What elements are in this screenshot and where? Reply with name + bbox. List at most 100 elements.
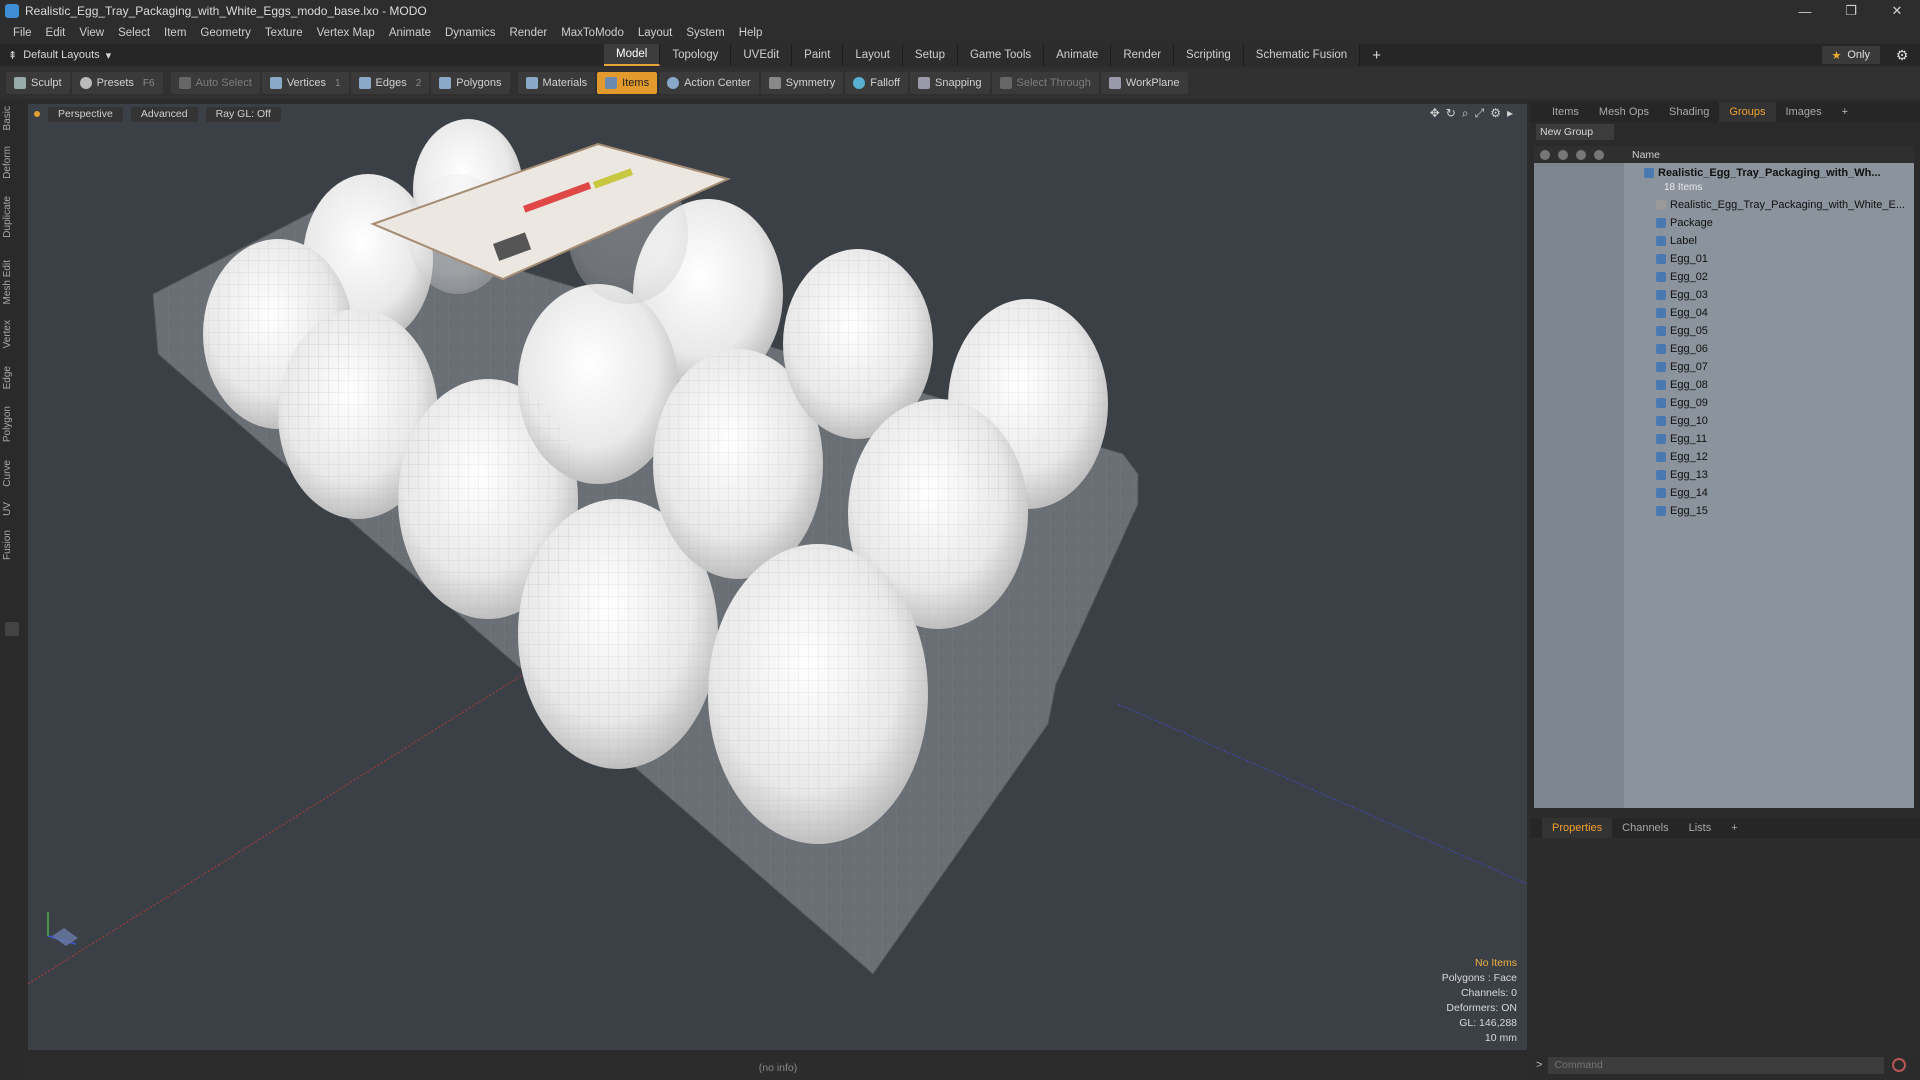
tab-images[interactable]: Images (1776, 102, 1832, 122)
gear-icon[interactable]: ⚙ (1894, 47, 1910, 63)
menu-select[interactable]: Select (111, 27, 157, 39)
tab-animate[interactable]: Animate (1044, 44, 1112, 66)
zoom-icon[interactable]: ⌕ (1462, 106, 1469, 121)
only-button[interactable]: ★ Only (1821, 46, 1880, 64)
action-center-button[interactable]: Action Center (659, 72, 759, 94)
command-input[interactable] (1548, 1056, 1885, 1074)
tree-item-egg-02[interactable]: Egg_02 (1534, 268, 1914, 286)
tab-model[interactable]: Model (604, 44, 661, 66)
vtab-edge[interactable]: Edge (2, 366, 22, 389)
tab-game-tools[interactable]: Game Tools (957, 44, 1045, 66)
tab-paint[interactable]: Paint (792, 44, 844, 66)
tab-setup[interactable]: Setup (902, 44, 958, 66)
restore-button[interactable]: ❐ (1828, 0, 1874, 22)
tree-item-egg-09[interactable]: Egg_09 (1534, 394, 1914, 412)
left-panel-toggle[interactable] (5, 622, 19, 636)
vtab-duplicate[interactable]: Duplicate (2, 196, 22, 238)
add-panel-tab-button[interactable]: + (1832, 102, 1858, 122)
tab-uvedit[interactable]: UVEdit (731, 44, 793, 66)
menu-dynamics[interactable]: Dynamics (438, 27, 502, 39)
render-icon[interactable] (1558, 149, 1568, 160)
tab-channels[interactable]: Channels (1612, 818, 1678, 838)
sculpt-button[interactable]: Sculpt (6, 72, 70, 94)
edges-button[interactable]: Edges 2 (350, 72, 430, 94)
minimize-button[interactable]: — (1782, 0, 1828, 22)
vtab-deform[interactable]: Deform (2, 146, 22, 179)
lock-icon[interactable] (1576, 149, 1586, 160)
menu-edit[interactable]: Edit (39, 27, 73, 39)
tree-item-egg-06[interactable]: Egg_06 (1534, 340, 1914, 358)
layout-selector[interactable]: ⇞ Default Layouts ▾ (8, 49, 111, 62)
menu-maxtomodo[interactable]: MaxToModo (554, 27, 631, 39)
menu-view[interactable]: View (72, 27, 111, 39)
tree-item-egg-15[interactable]: Egg_15 (1534, 502, 1914, 520)
advanced-button[interactable]: Advanced (130, 106, 198, 122)
viewport-menu-dot[interactable] (34, 111, 40, 117)
tree-item-egg-04[interactable]: Egg_04 (1534, 304, 1914, 322)
tab-items[interactable]: Items (1542, 102, 1589, 122)
vtab-curve[interactable]: Curve (2, 460, 22, 487)
tree-item-mesh[interactable]: Realistic_Egg_Tray_Packaging_with_White_… (1534, 196, 1914, 214)
tree-item-egg-12[interactable]: Egg_12 (1534, 448, 1914, 466)
items-button[interactable]: Items (597, 72, 658, 94)
3d-viewport[interactable]: Perspective Advanced Ray GL: Off ✥ ↻ ⌕ ⤢… (28, 104, 1527, 1050)
tab-layout[interactable]: Layout (843, 44, 903, 66)
vtab-vertex[interactable]: Vertex (2, 320, 22, 348)
vtab-mesh-edit[interactable]: Mesh Edit (2, 260, 22, 304)
record-macro-icon[interactable] (1892, 1058, 1907, 1072)
tree-item-egg-08[interactable]: Egg_08 (1534, 376, 1914, 394)
new-group-button[interactable]: New Group (1536, 124, 1614, 140)
tab-render[interactable]: Render (1111, 44, 1175, 66)
menu-render[interactable]: Render (502, 27, 554, 39)
perspective-button[interactable]: Perspective (48, 106, 123, 122)
add-tab-button[interactable]: + (1360, 44, 1393, 66)
fit-icon[interactable]: ⤢ (1475, 106, 1485, 121)
select-icon[interactable] (1594, 149, 1604, 160)
viewport-expand-icon[interactable]: ▸ (1507, 106, 1513, 121)
vtab-polygon[interactable]: Polygon (2, 406, 22, 442)
eye-icon[interactable] (1540, 149, 1550, 160)
menu-item[interactable]: Item (157, 27, 193, 39)
menu-system[interactable]: System (679, 27, 731, 39)
menu-layout[interactable]: Layout (631, 27, 680, 39)
tree-item-egg-13[interactable]: Egg_13 (1534, 466, 1914, 484)
menu-texture[interactable]: Texture (258, 27, 310, 39)
tab-properties[interactable]: Properties (1542, 818, 1613, 838)
tree-item-label[interactable]: Label (1534, 232, 1914, 250)
tree-item-package[interactable]: Package (1534, 214, 1914, 232)
tree-item-egg-10[interactable]: Egg_10 (1534, 412, 1914, 430)
tab-shading[interactable]: Shading (1659, 102, 1719, 122)
menu-animate[interactable]: Animate (382, 27, 438, 39)
falloff-button[interactable]: Falloff (845, 72, 908, 94)
tab-lists[interactable]: Lists (1679, 818, 1722, 838)
tab-scripting[interactable]: Scripting (1174, 44, 1244, 66)
viewport-settings-icon[interactable]: ⚙ (1490, 106, 1501, 121)
vertices-button[interactable]: Vertices 1 (261, 72, 349, 94)
close-button[interactable]: ✕ (1874, 0, 1920, 22)
auto-select-button[interactable]: Auto Select (170, 72, 260, 94)
menu-help[interactable]: Help (732, 27, 770, 39)
vtab-basic[interactable]: Basic (2, 106, 22, 130)
tree-item-egg-03[interactable]: Egg_03 (1534, 286, 1914, 304)
tab-topology[interactable]: Topology (660, 44, 732, 66)
menu-vertex-map[interactable]: Vertex Map (310, 27, 382, 39)
rotate-icon[interactable]: ↻ (1446, 106, 1456, 121)
raygl-button[interactable]: Ray GL: Off (205, 106, 281, 122)
tree-item-egg-14[interactable]: Egg_14 (1534, 484, 1914, 502)
workplane-button[interactable]: WorkPlane (1100, 72, 1188, 94)
add-prop-tab-button[interactable]: + (1721, 818, 1747, 838)
tab-groups[interactable]: Groups (1719, 102, 1776, 122)
vtab-fusion[interactable]: Fusion (2, 530, 22, 560)
vtab-uv[interactable]: UV (2, 502, 22, 516)
menu-file[interactable]: File (6, 27, 39, 39)
tree-item-egg-05[interactable]: Egg_05 (1534, 322, 1914, 340)
pan-icon[interactable]: ✥ (1430, 106, 1440, 121)
menu-geometry[interactable]: Geometry (193, 27, 258, 39)
tab-schematic-fusion[interactable]: Schematic Fusion (1243, 44, 1361, 66)
tree-item-egg-07[interactable]: Egg_07 (1534, 358, 1914, 376)
select-through-button[interactable]: Select Through (991, 72, 1099, 94)
tree-item-egg-01[interactable]: Egg_01 (1534, 250, 1914, 268)
snapping-button[interactable]: Snapping (910, 72, 990, 94)
polygons-button[interactable]: Polygons (431, 72, 510, 94)
tree-item-egg-11[interactable]: Egg_11 (1534, 430, 1914, 448)
